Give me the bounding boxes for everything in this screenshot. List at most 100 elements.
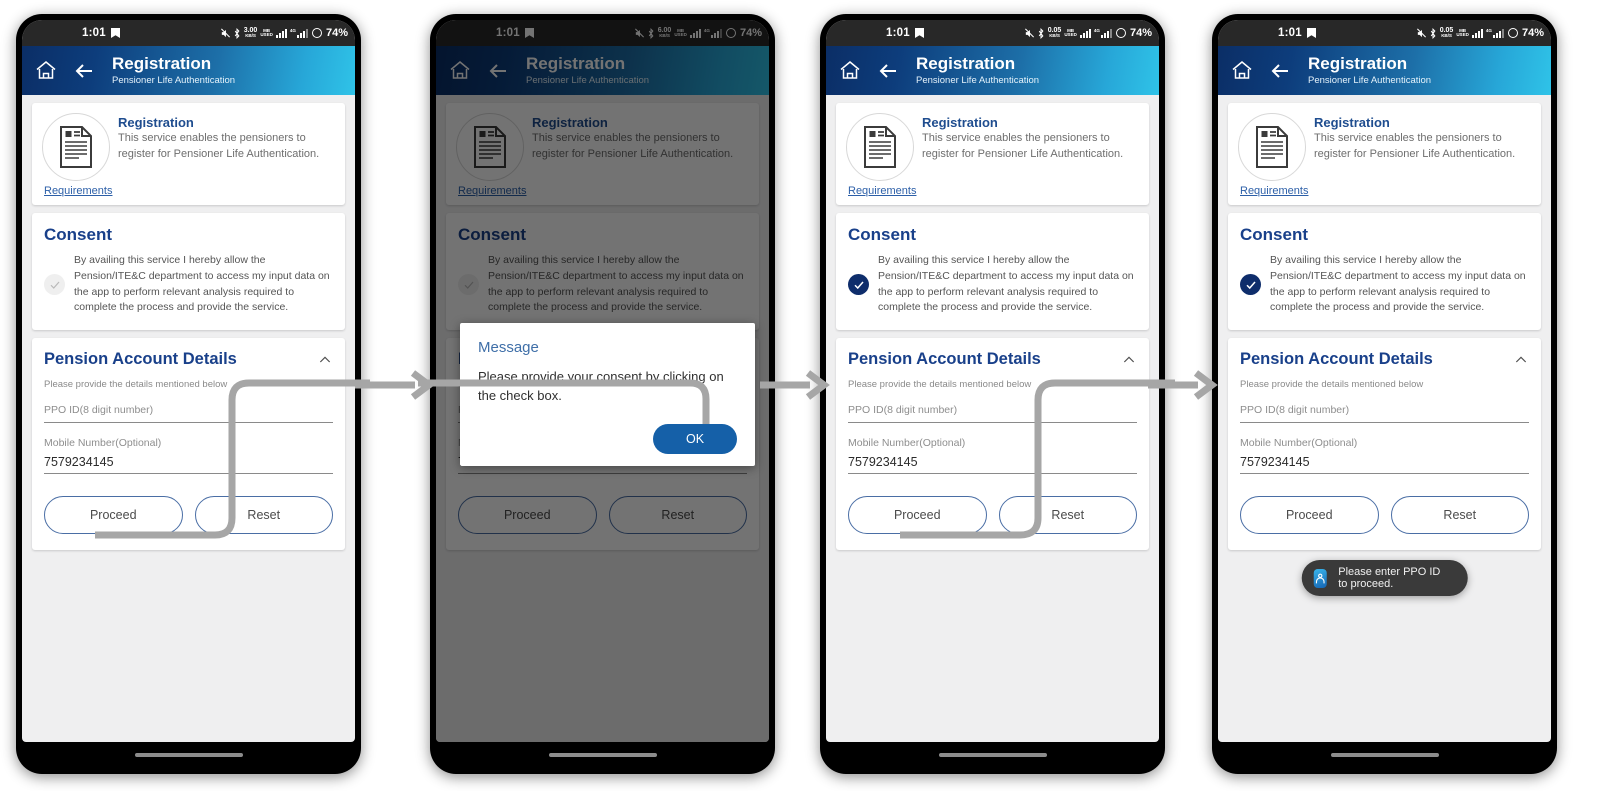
status-time: 1:01	[1278, 27, 1302, 39]
consent-title: Consent	[1240, 225, 1308, 244]
nav-bar-1	[22, 742, 355, 768]
screen-2: 1:01 6.00 KB/S MBUSED	[436, 20, 769, 742]
sim-signal-icon: 4G	[1486, 28, 1504, 38]
service-title: Registration	[1314, 115, 1390, 130]
consent-text: By availing this service I hereby allow …	[1270, 254, 1526, 314]
page-subtitle: Pensioner Life Authentication	[112, 74, 236, 86]
pension-section-title: Pension Account Details	[1240, 350, 1433, 368]
home-icon[interactable]	[1230, 59, 1254, 83]
consent-checkbox[interactable]	[44, 274, 65, 295]
app-header-1: Registration Pensioner Life Authenticati…	[22, 46, 355, 95]
screen-1: 1:01 3.00 KB/S MB USED 4G 74% Registrati…	[22, 20, 355, 742]
proceed-button[interactable]: Proceed	[1240, 496, 1379, 534]
page-title: Registration	[112, 54, 212, 74]
mobile-number-label: Mobile Number(Optional)	[44, 437, 162, 449]
network-label: 4G	[1093, 28, 1100, 33]
app-icon	[1313, 568, 1327, 588]
service-description: This service enables the pensioners to r…	[922, 132, 1124, 160]
flow-arrow-icon	[355, 370, 435, 400]
signal-bars-icon	[1471, 28, 1483, 38]
chevron-up-icon[interactable]	[317, 352, 333, 368]
gesture-pill[interactable]	[134, 753, 243, 757]
mobile-number-value: 7579234145	[1240, 455, 1310, 469]
chevron-up-icon[interactable]	[1513, 352, 1529, 368]
nav-bar-2	[436, 742, 769, 768]
document-person-icon	[846, 113, 914, 181]
pension-section-subtitle: Please provide the details mentioned bel…	[1240, 379, 1424, 390]
gesture-pill[interactable]	[1330, 753, 1439, 757]
ppo-id-field[interactable]: PPO ID(8 digit number)	[848, 404, 1137, 423]
reset-button[interactable]: Reset	[998, 496, 1137, 534]
status-bar-1: 1:01 3.00 KB/S MB USED 4G 74%	[22, 20, 355, 46]
reset-button[interactable]: Reset	[194, 496, 333, 534]
battery-ring-icon	[311, 28, 322, 38]
mobile-number-underline	[44, 473, 333, 474]
mobile-number-field[interactable]: Mobile Number(Optional) 7579234145	[848, 437, 1137, 474]
pension-account-card-3: Pension Account Details Please provide t…	[836, 338, 1149, 550]
pension-section-subtitle: Please provide the details mentioned bel…	[848, 379, 1032, 390]
app-header-3: Registration Pensioner Life Authenticati…	[826, 46, 1159, 95]
pension-section-title: Pension Account Details	[44, 350, 237, 368]
consent-card-3: Consent By availing this service I hereb…	[836, 213, 1149, 330]
data-rate-icon: 0.05 KB/S	[1440, 27, 1454, 39]
battery-percent: 74%	[1521, 27, 1544, 39]
battery-percent: 74%	[325, 27, 348, 39]
proceed-button[interactable]: Proceed	[848, 496, 987, 534]
document-person-icon	[42, 113, 110, 181]
mute-icon	[220, 28, 230, 39]
network-label: 4G	[289, 28, 296, 33]
data-rate-icon: 0.05 KB/S	[1048, 27, 1062, 39]
service-title: Registration	[922, 115, 998, 130]
toast-message: Please enter PPO ID to proceed.	[1301, 560, 1468, 596]
data-rate-unit: KB/S	[1049, 33, 1060, 39]
status-bar-4: 1:01 0.05 KB/S MB USED 4G 74%	[1218, 20, 1551, 46]
chevron-up-icon[interactable]	[1121, 352, 1137, 368]
bluetooth-icon	[233, 27, 241, 39]
data-rate-unit: KB/S	[245, 33, 256, 39]
consent-checkbox[interactable]	[848, 274, 869, 295]
mobile-number-field[interactable]: Mobile Number(Optional) 7579234145	[1240, 437, 1529, 474]
consent-card-1: Consent By availing this service I hereb…	[32, 213, 345, 330]
mobile-number-value: 7579234145	[848, 455, 918, 469]
battery-percent: 74%	[1129, 27, 1152, 39]
requirements-link[interactable]: Requirements	[848, 185, 916, 197]
mobile-number-underline	[848, 473, 1137, 474]
consent-text: By availing this service I hereby allow …	[878, 254, 1134, 314]
gesture-pill[interactable]	[938, 753, 1047, 757]
proceed-button[interactable]: Proceed	[44, 496, 183, 534]
flow-diagram-canvas: 1:01 3.00 KB/S MB USED 4G 74% Registrati…	[0, 0, 1600, 791]
phone-frame-3: 1:01 0.05 KB/S MB USED 4G 74% Registrati…	[820, 14, 1165, 774]
dialog-ok-button[interactable]: OK	[653, 423, 737, 454]
ppo-id-field[interactable]: PPO ID(8 digit number)	[44, 404, 333, 423]
mobile-number-label: Mobile Number(Optional)	[848, 437, 966, 449]
sim-data-icon: MBUSED	[1456, 27, 1469, 37]
sim-signal-icon: 4G	[290, 28, 308, 38]
screen-4: 1:01 0.05 KB/S MB USED 4G 74% Registrati…	[1218, 20, 1551, 742]
nav-bar-4	[1218, 742, 1551, 768]
gesture-pill[interactable]	[548, 753, 657, 757]
phone-frame-4: 1:01 0.05 KB/S MB USED 4G 74% Registrati…	[1212, 14, 1557, 774]
reset-button[interactable]: Reset	[1390, 496, 1529, 534]
requirements-link[interactable]: Requirements	[44, 185, 112, 197]
service-title: Registration	[118, 115, 194, 130]
page-title: Registration	[916, 54, 1016, 74]
screen-3: 1:01 0.05 KB/S MB USED 4G 74% Registrati…	[826, 20, 1159, 742]
home-icon[interactable]	[838, 59, 862, 83]
mobile-number-field[interactable]: Mobile Number(Optional) 7579234145	[44, 437, 333, 474]
nav-bar-3	[826, 742, 1159, 768]
consent-checkbox[interactable]	[1240, 274, 1261, 295]
mobile-number-underline	[1240, 473, 1529, 474]
sim-data-icon: MBUSED	[260, 27, 273, 37]
back-arrow-icon[interactable]	[1268, 59, 1292, 83]
requirements-link[interactable]: Requirements	[1240, 185, 1308, 197]
ppo-id-field[interactable]: PPO ID(8 digit number)	[1240, 404, 1529, 423]
ppo-id-label: PPO ID(8 digit number)	[44, 404, 154, 416]
app-header-4: Registration Pensioner Life Authenticati…	[1218, 46, 1551, 95]
home-icon[interactable]	[34, 59, 58, 83]
back-arrow-icon[interactable]	[72, 59, 96, 83]
phone-frame-2: 1:01 6.00 KB/S MBUSED	[430, 14, 775, 774]
signal-bars-icon	[275, 28, 287, 38]
back-arrow-icon[interactable]	[876, 59, 900, 83]
service-description: This service enables the pensioners to r…	[1314, 132, 1516, 160]
service-card-3: Registration This service enables the pe…	[836, 103, 1149, 205]
